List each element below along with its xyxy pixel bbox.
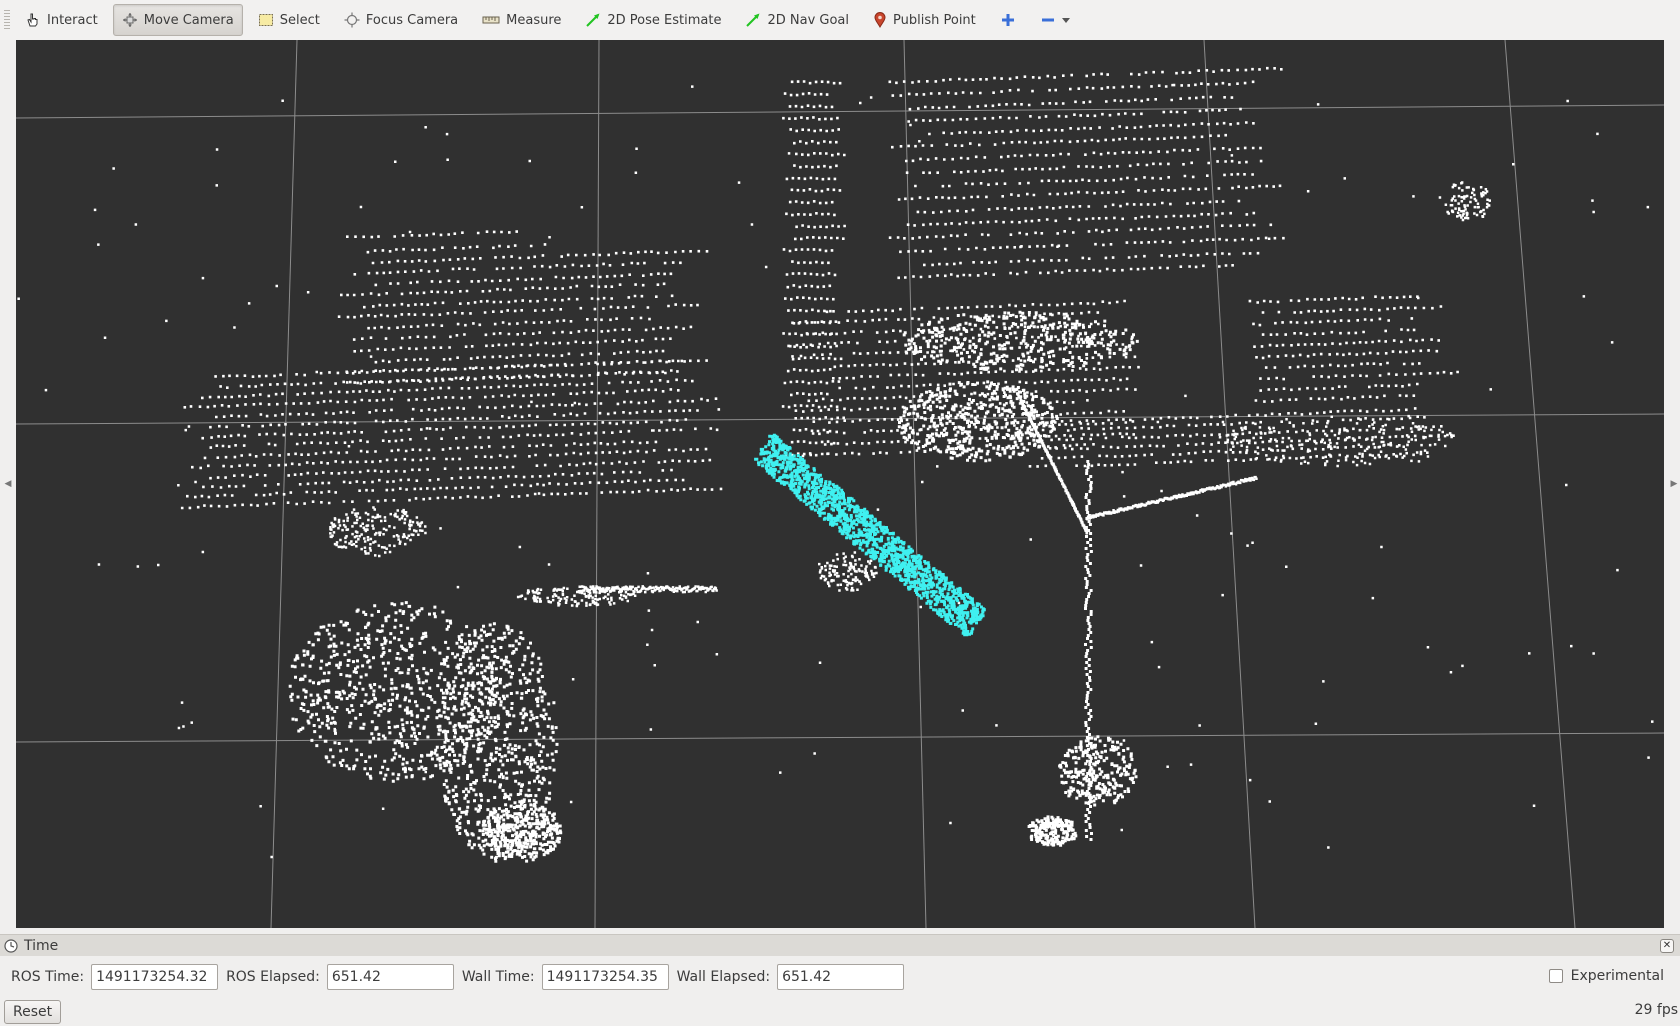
- ruler-icon: [482, 16, 500, 24]
- time-panel-header: Time ✕: [0, 934, 1680, 956]
- highlighted-point-cloud: [754, 433, 986, 637]
- status-bar: Reset 29 fps: [0, 998, 1680, 1026]
- select-tool-button[interactable]: Select: [249, 4, 329, 36]
- wall-time-label: Wall Time:: [461, 969, 535, 985]
- highlighted-segment-points: [754, 433, 986, 637]
- measure-tool-label: Measure: [506, 12, 562, 28]
- ros-elapsed-field[interactable]: [326, 964, 454, 990]
- green-arrow-icon: [746, 13, 760, 27]
- map-pin-icon: [874, 12, 886, 28]
- nav-goal-tool-label: 2D Nav Goal: [767, 12, 850, 28]
- nav-goal-tool-button[interactable]: 2D Nav Goal: [736, 4, 858, 36]
- ros-elapsed-label: ROS Elapsed:: [226, 969, 320, 985]
- remove-tool-button[interactable]: [1031, 4, 1079, 36]
- wall-elapsed-label: Wall Elapsed:: [676, 969, 771, 985]
- time-fields-row: ROS Time: ROS Elapsed: Wall Time: Wall E…: [0, 962, 1680, 992]
- measure-tool-button[interactable]: Measure: [473, 4, 570, 36]
- wall-time-field[interactable]: [541, 964, 669, 990]
- wall-elapsed-field[interactable]: [777, 964, 905, 990]
- focus-camera-tool-button[interactable]: Focus Camera: [335, 4, 467, 36]
- clock-icon: [4, 938, 18, 953]
- move-camera-tool-button[interactable]: Move Camera: [112, 4, 243, 36]
- hand-pointer-icon: [27, 13, 38, 27]
- 3d-render-viewport[interactable]: [16, 40, 1664, 928]
- experimental-label: Experimental: [1570, 968, 1664, 984]
- ros-time-label: ROS Time:: [11, 969, 85, 985]
- tool-toolbar: Interact Move Camera Select Focus Camera…: [0, 0, 1680, 40]
- add-tool-button[interactable]: [991, 4, 1025, 36]
- chevron-down-icon: [1061, 18, 1070, 23]
- plus-icon: [1001, 14, 1014, 26]
- move-camera-tool-label: Move Camera: [143, 12, 234, 28]
- left-panel-collapse-arrow[interactable]: ◀: [3, 478, 13, 490]
- select-tool-label: Select: [279, 12, 320, 28]
- interact-tool-button[interactable]: Interact: [16, 4, 107, 36]
- ros-time-field[interactable]: [91, 964, 219, 990]
- focus-camera-tool-label: Focus Camera: [365, 12, 459, 28]
- toolbar-grip[interactable]: [4, 10, 10, 30]
- white-point-cloud-points: [17, 66, 1654, 863]
- close-icon[interactable]: ✕: [1660, 939, 1674, 953]
- experimental-checkbox[interactable]: [1548, 969, 1563, 983]
- publish-point-tool-button[interactable]: Publish Point: [864, 4, 985, 36]
- move-camera-icon: [122, 13, 137, 27]
- minus-icon: [1041, 18, 1054, 22]
- interact-tool-label: Interact: [47, 12, 98, 28]
- fps-counter: 29 fps: [1634, 1002, 1678, 1018]
- focus-camera-icon: [344, 12, 360, 28]
- select-box-icon: [258, 14, 273, 26]
- time-panel-title: Time: [24, 937, 59, 954]
- white-point-cloud: [17, 66, 1654, 863]
- right-panel-collapse-arrow[interactable]: ▶: [1669, 478, 1679, 490]
- experimental-toggle[interactable]: Experimental: [1548, 968, 1664, 984]
- ground-grid: [16, 40, 1664, 928]
- green-arrow-icon: [586, 13, 600, 27]
- pose-estimate-tool-label: 2D Pose Estimate: [607, 12, 722, 28]
- reset-button[interactable]: Reset: [4, 1000, 62, 1024]
- publish-point-tool-label: Publish Point: [893, 12, 976, 28]
- pose-estimate-tool-button[interactable]: 2D Pose Estimate: [576, 4, 730, 36]
- point-cloud-scene: [16, 40, 1664, 928]
